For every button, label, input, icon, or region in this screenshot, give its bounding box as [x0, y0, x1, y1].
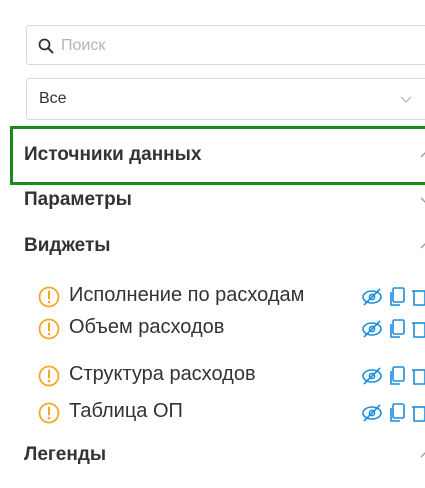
section-legends-label: Легенды	[24, 444, 107, 465]
chevron-down-icon	[420, 197, 425, 203]
warning-icon	[38, 286, 60, 308]
widget-item-actions	[360, 402, 425, 424]
widget-item-actions	[360, 318, 425, 340]
chevron-down-icon	[400, 96, 412, 103]
trash-icon[interactable]	[409, 402, 425, 424]
chevron-up-icon	[420, 452, 425, 458]
widget-item-name: Таблица ОП	[69, 400, 183, 422]
section-data-sources-label: Источники данных	[24, 144, 202, 165]
eye-slash-icon[interactable]	[360, 286, 384, 308]
widget-item[interactable]: Таблица ОП	[38, 397, 425, 429]
trash-icon[interactable]	[409, 286, 425, 308]
widget-item-actions	[360, 286, 425, 308]
trash-icon[interactable]	[409, 365, 425, 387]
widget-panel: Все Источники данных Параметры Виджеты И…	[0, 0, 425, 488]
warning-icon	[38, 402, 60, 424]
section-parameters-label: Параметры	[24, 189, 132, 210]
widget-item-name: Объем расходов	[69, 316, 225, 338]
eye-slash-icon[interactable]	[360, 318, 384, 340]
widget-item[interactable]: Объем расходов	[38, 313, 425, 345]
trash-icon[interactable]	[409, 318, 425, 340]
section-legends[interactable]: Легенды	[24, 435, 425, 475]
filter-select-value: Все	[39, 90, 67, 107]
copy-icon[interactable]	[387, 402, 407, 424]
filter-select[interactable]: Все	[26, 78, 425, 120]
section-widgets-label: Виджеты	[24, 235, 111, 256]
search-field[interactable]	[26, 25, 425, 66]
warning-icon	[38, 318, 60, 340]
search-input[interactable]	[59, 26, 363, 66]
section-data-sources[interactable]: Источники данных	[24, 135, 425, 175]
copy-icon[interactable]	[387, 318, 407, 340]
widget-item[interactable]: Структура расходов	[38, 360, 425, 392]
search-icon	[38, 38, 54, 54]
eye-slash-icon[interactable]	[360, 365, 384, 387]
widget-item-actions	[360, 365, 425, 387]
section-parameters[interactable]: Параметры	[24, 180, 425, 220]
chevron-up-icon	[420, 243, 425, 249]
section-widgets[interactable]: Виджеты	[24, 226, 425, 266]
widget-item[interactable]: Исполнение по расходам	[38, 281, 425, 313]
chevron-up-icon	[420, 152, 425, 158]
warning-icon	[38, 365, 60, 387]
copy-icon[interactable]	[387, 365, 407, 387]
copy-icon[interactable]	[387, 286, 407, 308]
widget-item-name: Исполнение по расходам	[69, 284, 305, 306]
eye-slash-icon[interactable]	[360, 402, 384, 424]
widget-item-name: Структура расходов	[69, 363, 256, 385]
